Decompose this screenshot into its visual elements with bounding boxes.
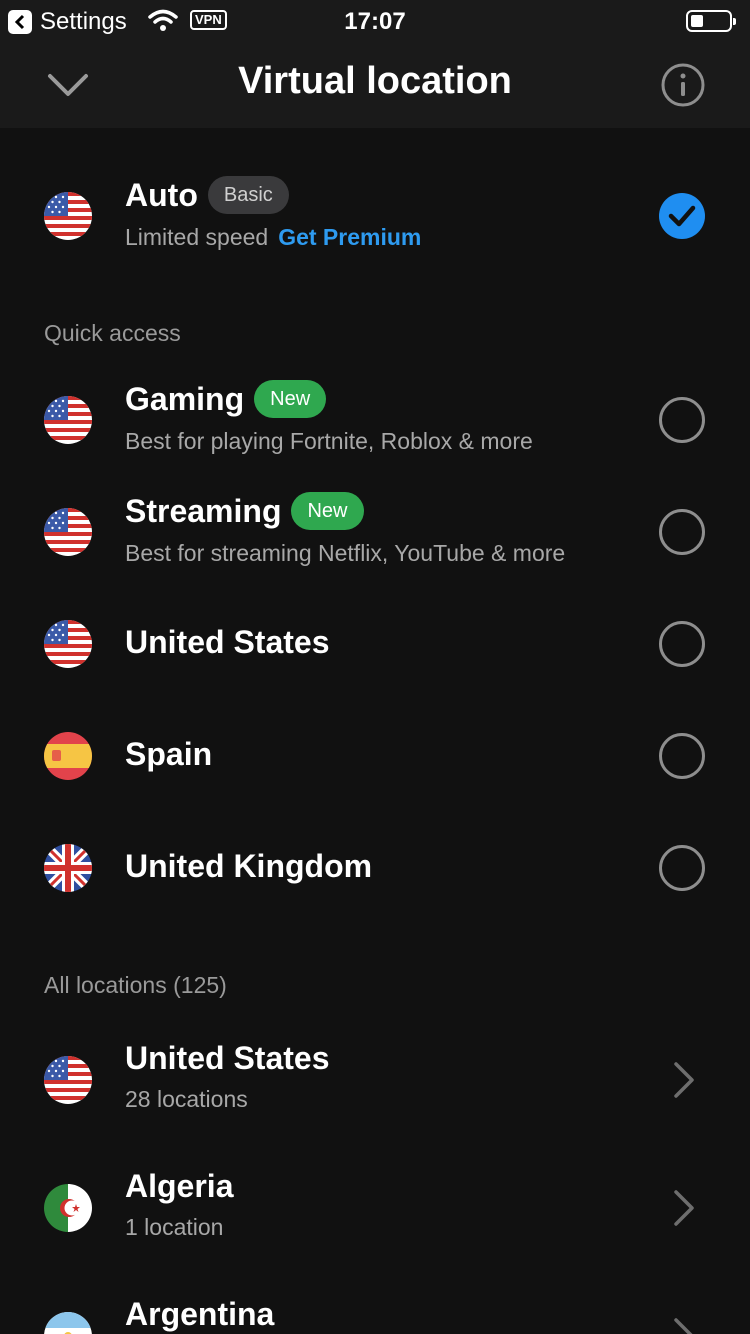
location-title: Gaming (125, 380, 245, 417)
ar-flag-icon (44, 1312, 92, 1334)
chevron-right-icon (672, 1316, 696, 1334)
info-icon[interactable] (660, 62, 706, 108)
us-flag-icon (44, 620, 92, 668)
location-row-spain[interactable]: Spain (0, 700, 750, 812)
location-subtitle: Best for playing Fortnite, Roblox & more (125, 428, 533, 454)
selected-check-icon[interactable] (659, 193, 705, 239)
get-premium-link[interactable]: Get Premium (278, 224, 421, 250)
location-row-gaming[interactable]: Gaming New Best for playing Fortnite, Ro… (0, 364, 750, 476)
country-title: Argentina (125, 1296, 275, 1332)
us-flag-icon (44, 508, 92, 556)
country-row-argentina[interactable]: Argentina (0, 1280, 750, 1334)
new-badge: New (291, 492, 364, 530)
auto-subtitle: Limited speed (125, 224, 269, 250)
section-label-quick-access: Quick access (44, 320, 181, 346)
streaming-title-line: Streaming New (125, 492, 364, 530)
chevron-right-icon (672, 1060, 696, 1100)
location-row-auto[interactable]: Auto Basic Limited speed Get Premium (0, 160, 750, 272)
radio-button[interactable] (659, 733, 705, 779)
country-subtitle: 1 location (125, 1214, 224, 1240)
location-row-united-states[interactable]: United States (0, 588, 750, 700)
dz-flag-icon (44, 1184, 92, 1232)
es-flag-icon (44, 732, 92, 780)
auto-subtitle-line: Limited speed Get Premium (125, 224, 421, 251)
us-flag-icon (44, 1056, 92, 1104)
country-row-algeria[interactable]: Algeria 1 location (0, 1152, 750, 1264)
new-badge: New (254, 380, 327, 418)
location-title: Spain (125, 736, 213, 772)
navigation-header: Virtual location (0, 42, 750, 128)
us-flag-icon (44, 396, 92, 444)
radio-button[interactable] (659, 509, 705, 555)
battery-icon (686, 10, 736, 32)
country-title: United States (125, 1040, 330, 1076)
basic-badge: Basic (207, 176, 289, 214)
us-flag-icon (44, 192, 92, 240)
page-title: Virtual location (238, 60, 512, 102)
section-label-all-locations: All locations (125) (44, 972, 227, 998)
location-title: Streaming (125, 492, 282, 529)
location-subtitle: Best for streaming Netflix, YouTube & mo… (125, 540, 566, 566)
country-row-united-states[interactable]: United States 28 locations (0, 1024, 750, 1136)
radio-button[interactable] (659, 621, 705, 667)
radio-button[interactable] (659, 397, 705, 443)
gaming-title-line: Gaming New (125, 380, 327, 418)
status-bar: Settings VPN 17:07 (0, 0, 750, 42)
chevron-right-icon (672, 1188, 696, 1228)
country-title: Algeria (125, 1168, 234, 1204)
location-row-united-kingdom[interactable]: United Kingdom (0, 812, 750, 924)
location-row-streaming[interactable]: Streaming New Best for streaming Netflix… (0, 476, 750, 588)
country-subtitle: 28 locations (125, 1086, 248, 1112)
status-time: 17:07 (344, 8, 406, 35)
auto-title-line: Auto Basic (125, 176, 289, 214)
gb-flag-icon (44, 844, 92, 892)
location-title: United Kingdom (125, 848, 373, 884)
auto-title: Auto (125, 176, 198, 213)
location-title: United States (125, 624, 330, 660)
radio-button[interactable] (659, 845, 705, 891)
